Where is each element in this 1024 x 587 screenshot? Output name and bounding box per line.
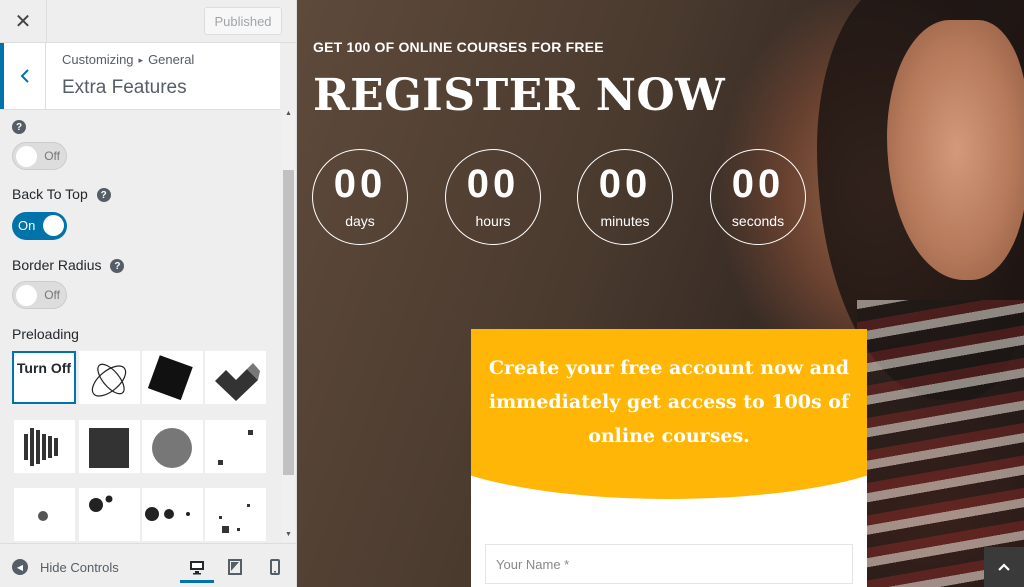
- countdown-minutes: 00 minutes: [577, 149, 673, 245]
- hero-pretitle: GET 100 OF ONLINE COURSES FOR FREE: [313, 39, 604, 55]
- countdown-value: 00: [731, 162, 785, 206]
- scroll-up-icon[interactable]: ▲: [283, 110, 294, 120]
- bars-spinner-icon: [24, 428, 58, 466]
- back-to-top-button[interactable]: [984, 547, 1024, 587]
- countdown-value: 00: [466, 162, 520, 206]
- bouncing-dots-icon: [89, 495, 113, 512]
- back-button[interactable]: [0, 43, 46, 109]
- border-radius-toggle[interactable]: Off: [12, 281, 67, 309]
- countdown-value: 00: [333, 162, 387, 206]
- panel-scrollbar-thumb[interactable]: [283, 170, 294, 475]
- desktop-preview-button[interactable]: [180, 554, 214, 583]
- toggle-state: Off: [44, 149, 60, 163]
- preloader-option-circle[interactable]: [142, 420, 203, 473]
- chevron-up-icon: [998, 563, 1010, 571]
- back-to-top-label: Back To Top ?: [12, 186, 111, 203]
- preloader-option-square[interactable]: [79, 420, 140, 473]
- orbit-spinner-icon: [91, 363, 127, 397]
- preloader-turn-off[interactable]: Turn Off: [12, 351, 76, 404]
- countdown-unit: minutes: [600, 213, 650, 229]
- name-input[interactable]: [485, 544, 853, 584]
- preloading-label: Preloading: [12, 326, 79, 342]
- countdown-days: 00 days: [312, 149, 408, 245]
- close-button[interactable]: ✕: [0, 0, 47, 42]
- preloader-option-dots-diagonal[interactable]: [205, 420, 266, 473]
- toggle-state: On: [18, 218, 36, 233]
- close-icon: ✕: [14, 10, 32, 33]
- panel-footer: ◀ Hide Controls: [0, 543, 296, 587]
- border-radius-text: Border Radius: [12, 257, 102, 273]
- register-card: Create your free account now and immedia…: [471, 329, 867, 587]
- mobile-icon: [270, 559, 280, 575]
- countdown-hours: 00 hours: [445, 149, 541, 245]
- dots-diagonal-icon: [218, 430, 253, 465]
- preloader-option-orbit[interactable]: [79, 351, 140, 404]
- chevron-left-icon: [20, 69, 29, 83]
- scattered-squares-icon: [219, 504, 250, 533]
- toggle-knob: [43, 215, 64, 236]
- hero-photo-sweater: [857, 300, 1024, 587]
- countdown-unit: days: [345, 213, 375, 229]
- preloader-option-bars[interactable]: [14, 420, 75, 473]
- folding-cube-icon: [215, 363, 260, 401]
- toggle-knob: [16, 146, 37, 167]
- panel-header: ✕ Published: [0, 0, 296, 43]
- preloader-option-rotating-square[interactable]: [142, 351, 203, 404]
- section-title: Extra Features: [62, 77, 187, 98]
- section-header: Customizing ▸ General Extra Features: [0, 43, 280, 110]
- breadcrumb: Customizing ▸ General: [62, 52, 194, 67]
- three-dots-icon: [145, 507, 190, 521]
- countdown-value: 00: [598, 162, 652, 206]
- turn-off-label: Turn Off: [16, 360, 72, 376]
- toggle-knob: [16, 285, 37, 306]
- help-icon[interactable]: ?: [110, 259, 125, 274]
- preloader-option-three-dots[interactable]: [142, 488, 203, 541]
- pulse-dot-icon: [38, 511, 48, 521]
- border-radius-label: Border Radius ?: [12, 257, 125, 274]
- toggle-switch-1[interactable]: Off: [12, 142, 67, 170]
- preloader-option-scattered-squares[interactable]: [205, 488, 266, 541]
- help-icon[interactable]: ?: [96, 188, 111, 203]
- back-to-top-text: Back To Top: [12, 186, 88, 202]
- countdown-unit: hours: [475, 213, 511, 229]
- desktop-icon: [190, 560, 204, 574]
- preloader-option-pulse-dot[interactable]: [14, 488, 75, 541]
- countdown-unit: seconds: [731, 213, 785, 229]
- rotating-square-icon: [147, 355, 193, 401]
- preloader-option-folding-cube[interactable]: [205, 351, 266, 404]
- circle-spinner-icon: [152, 428, 192, 468]
- hide-controls-label: Hide Controls: [40, 559, 119, 575]
- site-preview: GET 100 OF ONLINE COURSES FOR FREE REGIS…: [297, 0, 1024, 587]
- card-headline: Create your free account now and immedia…: [488, 357, 850, 447]
- mobile-preview-button[interactable]: [262, 554, 288, 580]
- breadcrumb-current: General: [148, 52, 195, 67]
- published-button[interactable]: Published: [204, 7, 282, 35]
- toggle-state: Off: [44, 288, 60, 302]
- collapse-icon: ◀: [12, 559, 28, 575]
- tablet-preview-button[interactable]: [222, 554, 248, 580]
- hide-controls-button[interactable]: ◀ Hide Controls: [12, 559, 119, 575]
- tablet-icon: [228, 559, 242, 575]
- countdown-seconds: 00 seconds: [710, 149, 806, 245]
- control-1-label: ?: [12, 118, 26, 135]
- help-icon[interactable]: ?: [12, 120, 26, 135]
- customizer-panel: ✕ Published Customizing ▸ General Extra Fe…: [0, 0, 297, 587]
- breadcrumb-arrow-icon: ▸: [138, 55, 144, 65]
- scroll-down-icon[interactable]: ▼: [283, 531, 294, 541]
- preloader-option-bouncing-dots[interactable]: [79, 488, 140, 541]
- square-spinner-icon: [89, 428, 129, 468]
- breadcrumb-root: Customizing: [62, 52, 134, 67]
- hero-title: REGISTER NOW: [313, 70, 726, 121]
- back-to-top-toggle[interactable]: On: [12, 212, 67, 240]
